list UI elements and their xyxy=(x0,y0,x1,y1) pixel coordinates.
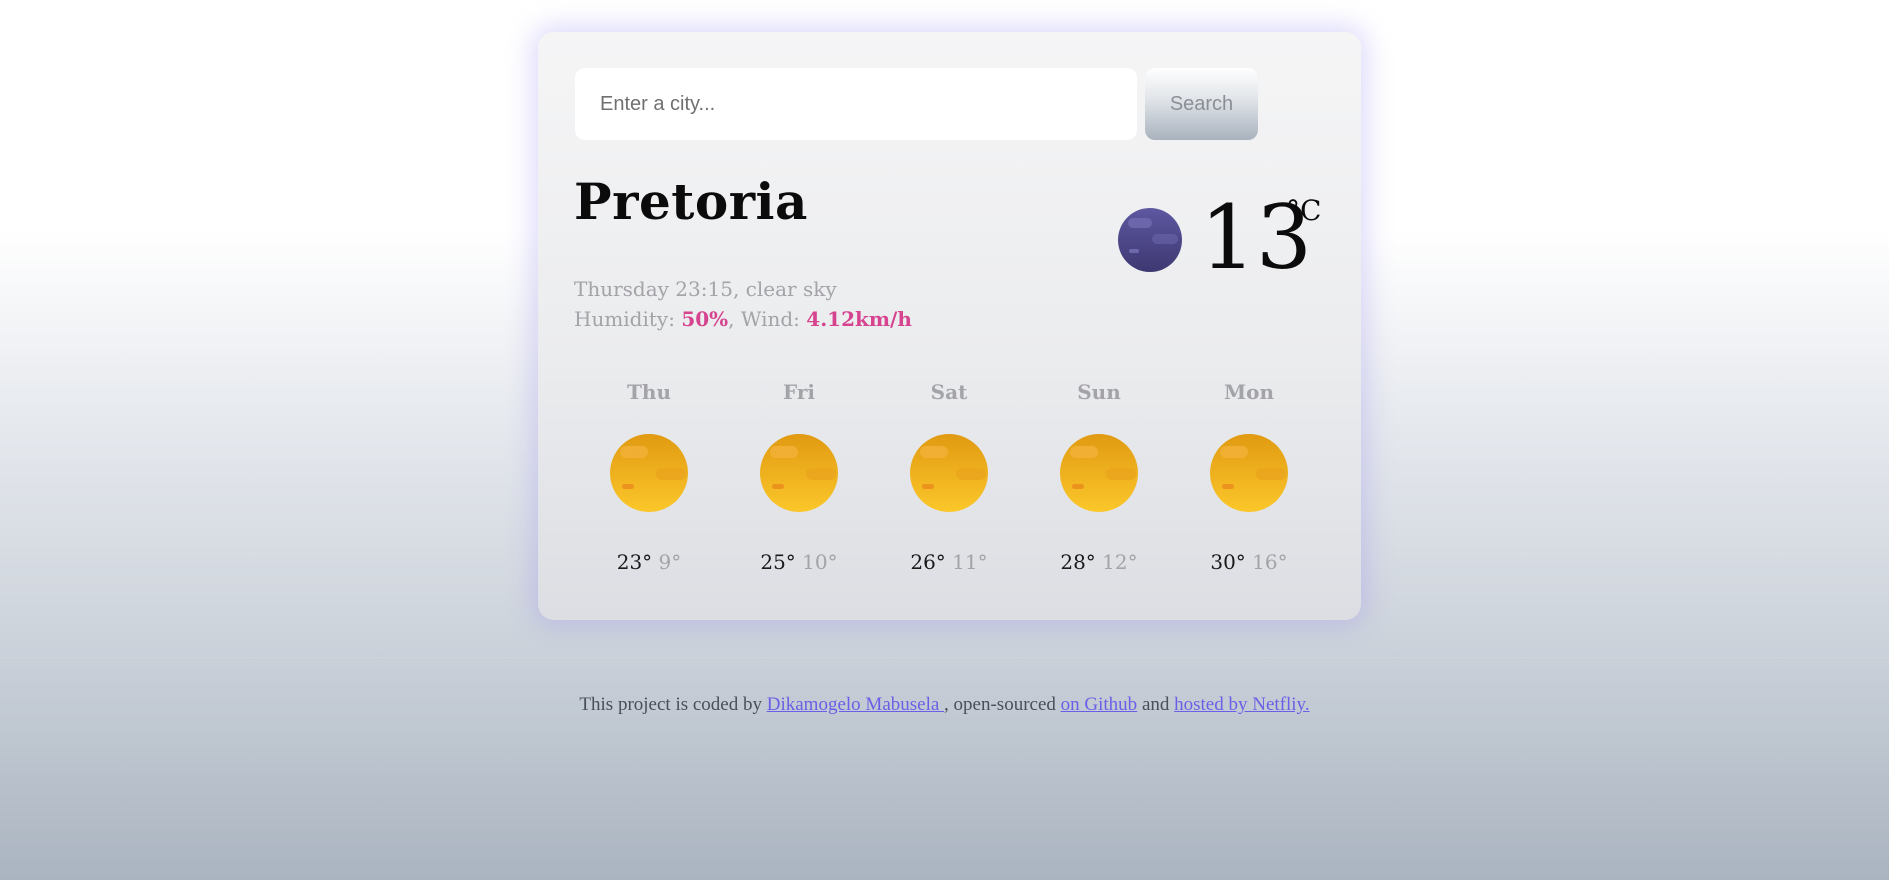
humidity-wind-line: Humidity: 50%, Wind: 4.12km/h xyxy=(574,307,912,331)
forecast-min-temp: 11° xyxy=(952,550,988,574)
forecast-max-temp: 25° xyxy=(760,550,796,574)
footer: This project is coded by Dikamogelo Mabu… xyxy=(0,694,1889,716)
forecast-max-temp: 30° xyxy=(1210,550,1246,574)
search-input[interactable] xyxy=(575,68,1137,140)
footer-and: and xyxy=(1141,694,1170,715)
sun-icon xyxy=(610,434,688,512)
forecast-day: Fri 25° 10° xyxy=(724,377,874,577)
wind-label: Wind: xyxy=(740,307,800,331)
forecast-day-name: Fri xyxy=(783,380,815,404)
sun-icon xyxy=(1060,434,1138,512)
forecast-temps: 26° 11° xyxy=(874,547,1024,577)
date-time: Thursday 23:15 xyxy=(574,277,733,301)
footer-divider xyxy=(0,657,1889,658)
sun-icon xyxy=(910,434,988,512)
forecast-temps: 23° 9° xyxy=(574,547,724,577)
sun-icon xyxy=(760,434,838,512)
forecast-max-temp: 28° xyxy=(1060,550,1096,574)
author-link[interactable]: Dikamogelo Mabusela xyxy=(767,694,944,715)
humidity-value: 50% xyxy=(681,307,729,331)
forecast-temps: 28° 12° xyxy=(1024,547,1174,577)
forecast-day: Thu 23° 9° xyxy=(574,377,724,577)
forecast-day: Mon 30° 16° xyxy=(1174,377,1324,577)
weather-card: Search Pretoria Thursday 23:15, clear sk… xyxy=(538,32,1361,620)
footer-middle: , open-sourced xyxy=(944,694,1056,715)
forecast-day-name: Mon xyxy=(1223,380,1275,404)
weather-details: Thursday 23:15, clear sky Humidity: 50%,… xyxy=(574,274,912,334)
forecast-temps: 25° 10° xyxy=(724,547,874,577)
forecast-temps: 30° 16° xyxy=(1174,547,1324,577)
forecast-min-temp: 12° xyxy=(1102,550,1138,574)
forecast-max-temp: 23° xyxy=(616,550,653,574)
forecast-day: Sat 26° 11° xyxy=(874,377,1024,577)
github-link[interactable]: on Github xyxy=(1061,694,1138,715)
forecast-max-temp: 26° xyxy=(910,550,946,574)
moon-icon xyxy=(1118,208,1182,272)
humidity-label: Humidity: xyxy=(574,307,675,331)
temperature-unit: °C xyxy=(1286,194,1322,227)
forecast-day-name: Sun xyxy=(1077,380,1121,404)
forecast-day: Sun 28° 12° xyxy=(1024,377,1174,577)
footer-prefix: This project is coded by xyxy=(579,694,762,715)
weather-description: clear sky xyxy=(745,277,837,301)
wind-value: 4.12km/h xyxy=(806,307,912,331)
sun-icon xyxy=(1210,434,1288,512)
date-description-line: Thursday 23:15, clear sky xyxy=(574,277,837,301)
forecast-min-temp: 16° xyxy=(1252,550,1288,574)
forecast-day-name: Sat xyxy=(930,380,968,404)
forecast-min-temp: 10° xyxy=(802,550,838,574)
forecast-row: Thu 23° 9° Fri 25° 10° Sat 26° 11° Sun 28° 12° M… xyxy=(574,377,1324,617)
search-button[interactable]: Search xyxy=(1145,68,1258,140)
city-name: Pretoria xyxy=(574,172,808,231)
forecast-min-temp: 9° xyxy=(658,550,682,574)
forecast-day-name: Thu xyxy=(627,380,671,404)
netlify-link[interactable]: hosted by Netfliy. xyxy=(1174,694,1309,715)
